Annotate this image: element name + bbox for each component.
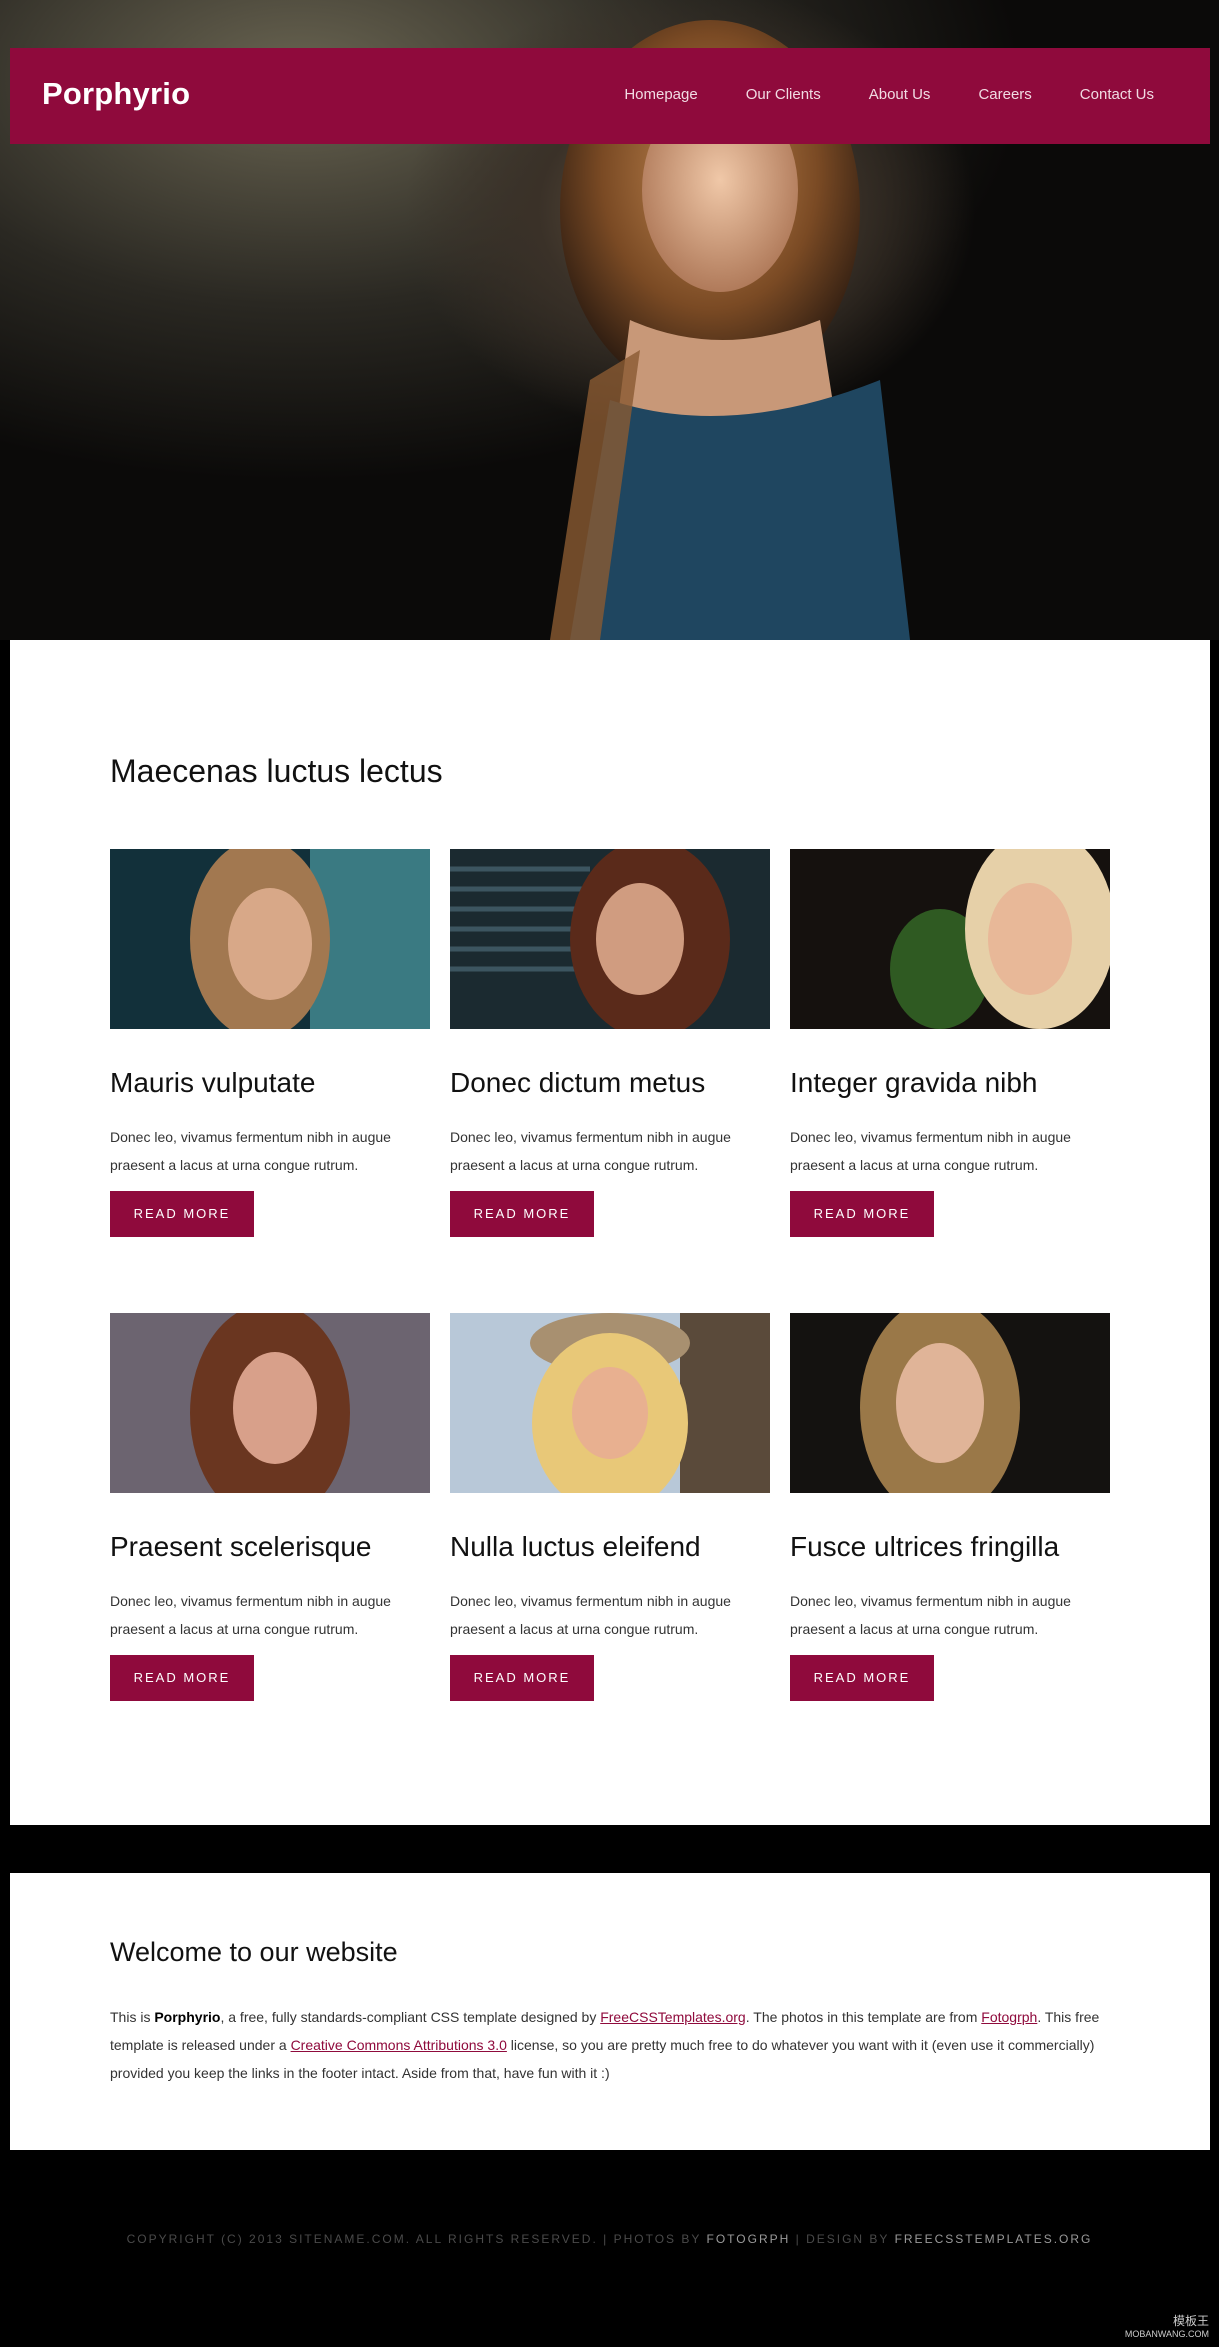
card-title: Nulla luctus eleifend (450, 1531, 701, 1562)
fotogrph-link[interactable]: Fotogrph (981, 2009, 1037, 2025)
read-more-button[interactable]: Read More (790, 1191, 934, 1237)
welcome-text-part: This is (110, 2009, 155, 2025)
nav-contact-us[interactable]: Contact Us (1080, 86, 1154, 103)
site-footer: Copyright (c) 2013 Sitename.com. All rig… (0, 2232, 1219, 2246)
nav-careers[interactable]: Careers (978, 86, 1031, 103)
card-photo[interactable] (450, 849, 770, 1029)
section-title: Maecenas luctus lectus (110, 753, 443, 789)
card-5: Nulla luctus eleifend Donec leo, vivamus… (450, 1313, 770, 1701)
watermark-logo: 模板王 MOBANWANG.COM (1125, 2312, 1209, 2339)
welcome-text: This is Porphyrio, a free, fully standar… (110, 2003, 1120, 2087)
copyright-text: Copyright (c) 2013 Sitename.com. All rig… (126, 2232, 707, 2246)
card-text: Donec leo, vivamus fermentum nibh in aug… (450, 1129, 731, 1173)
card-title: Integer gravida nibh (790, 1067, 1038, 1098)
card-photo[interactable] (790, 849, 1110, 1029)
card-text: Donec leo, vivamus fermentum nibh in aug… (790, 1593, 1071, 1637)
welcome-brand: Porphyrio (154, 2009, 221, 2025)
design-by-text: | Design by (790, 2232, 895, 2246)
site-header: Porphyrio Homepage Our Clients About Us … (10, 48, 1210, 144)
card-text: Donec leo, vivamus fermentum nibh in aug… (450, 1593, 731, 1637)
read-more-button[interactable]: Read More (450, 1655, 594, 1701)
read-more-button[interactable]: Read More (790, 1655, 934, 1701)
welcome-text-part: . The photos in this template are from (745, 2009, 982, 2025)
read-more-button[interactable]: Read More (450, 1191, 594, 1237)
nav-about-us[interactable]: About Us (869, 86, 931, 103)
welcome-title: Welcome to our website (110, 1937, 398, 1967)
welcome-section: Welcome to our website This is Porphyrio… (10, 1873, 1210, 2150)
read-more-button[interactable]: Read More (110, 1655, 254, 1701)
card-6: Fusce ultrices fringilla Donec leo, viva… (790, 1313, 1110, 1701)
card-4: Praesent scelerisque Donec leo, vivamus … (110, 1313, 430, 1701)
watermark-title: 模板王 (1172, 2314, 1209, 2328)
card-1: Mauris vulputate Donec leo, vivamus ferm… (110, 849, 430, 1237)
card-text: Donec leo, vivamus fermentum nibh in aug… (790, 1129, 1071, 1173)
main-content: Maecenas luctus lectus Mauris vulputate … (10, 640, 1210, 1825)
creative-commons-link[interactable]: Creative Commons Attributions 3.0 (291, 2037, 507, 2053)
card-photo[interactable] (790, 1313, 1110, 1493)
read-more-button[interactable]: Read More (110, 1191, 254, 1237)
card-photo[interactable] (110, 849, 430, 1029)
card-text: Donec leo, vivamus fermentum nibh in aug… (110, 1593, 391, 1637)
footer-fotogrph-link[interactable]: Fotogrph (707, 2232, 791, 2246)
card-text: Donec leo, vivamus fermentum nibh in aug… (110, 1129, 391, 1173)
card-title: Donec dictum metus (450, 1067, 706, 1098)
nav-our-clients[interactable]: Our Clients (746, 86, 821, 103)
nav-homepage[interactable]: Homepage (624, 86, 697, 103)
card-3: Integer gravida nibh Donec leo, vivamus … (790, 849, 1110, 1237)
welcome-text-part: , a free, fully standards-compliant CSS … (220, 2009, 601, 2025)
card-title: Mauris vulputate (110, 1067, 316, 1098)
main-nav: Homepage Our Clients About Us Careers Co… (576, 86, 1154, 103)
card-title: Fusce ultrices fringilla (790, 1531, 1060, 1562)
card-photo[interactable] (450, 1313, 770, 1493)
card-photo[interactable] (110, 1313, 430, 1493)
footer-freecsstemplates-link[interactable]: FreeCSSTemplates.org (895, 2232, 1093, 2246)
card-2: Donec dictum metus Donec leo, vivamus fe… (450, 849, 770, 1237)
card-title: Praesent scelerisque (110, 1531, 372, 1562)
watermark-url: MOBANWANG.COM (1124, 2329, 1209, 2339)
freecsstemplates-link[interactable]: FreeCSSTemplates.org (600, 2009, 746, 2025)
site-logo[interactable]: Porphyrio (42, 76, 190, 112)
